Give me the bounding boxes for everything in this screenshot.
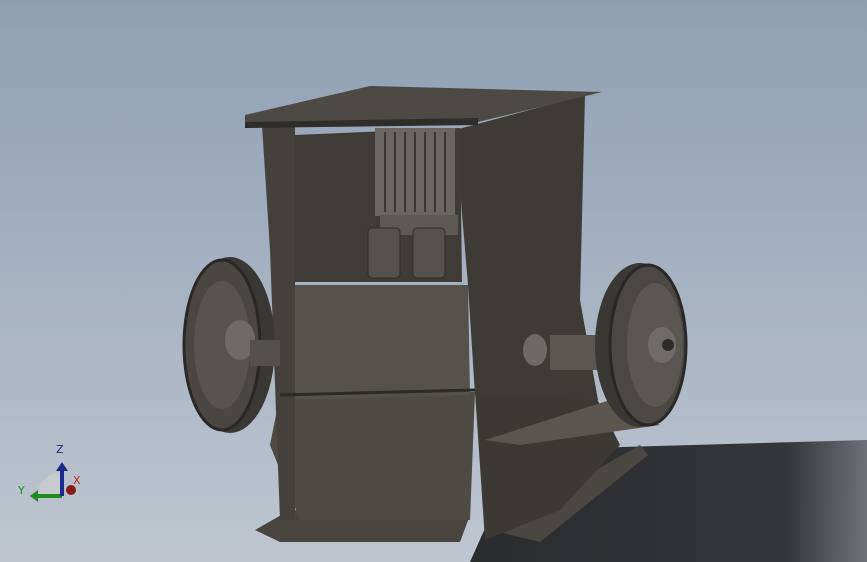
body-front-lower bbox=[280, 285, 470, 400]
crusher-model[interactable] bbox=[182, 86, 688, 542]
triad-y-label: Y bbox=[18, 484, 25, 497]
lower-hopper-front bbox=[270, 392, 475, 520]
y-axis-arrowhead bbox=[30, 490, 38, 502]
hammer-right bbox=[412, 227, 446, 279]
orientation-triad bbox=[30, 462, 76, 502]
grate-bar-lines bbox=[384, 132, 446, 212]
hammer-left bbox=[367, 227, 401, 279]
3d-viewport[interactable] bbox=[0, 0, 867, 562]
triad-x-label: X bbox=[73, 474, 81, 487]
z-axis-arrowhead bbox=[56, 462, 68, 471]
triad-z-label: Z bbox=[56, 443, 64, 456]
pulley-left[interactable] bbox=[182, 257, 280, 433]
triad-base bbox=[37, 472, 62, 496]
